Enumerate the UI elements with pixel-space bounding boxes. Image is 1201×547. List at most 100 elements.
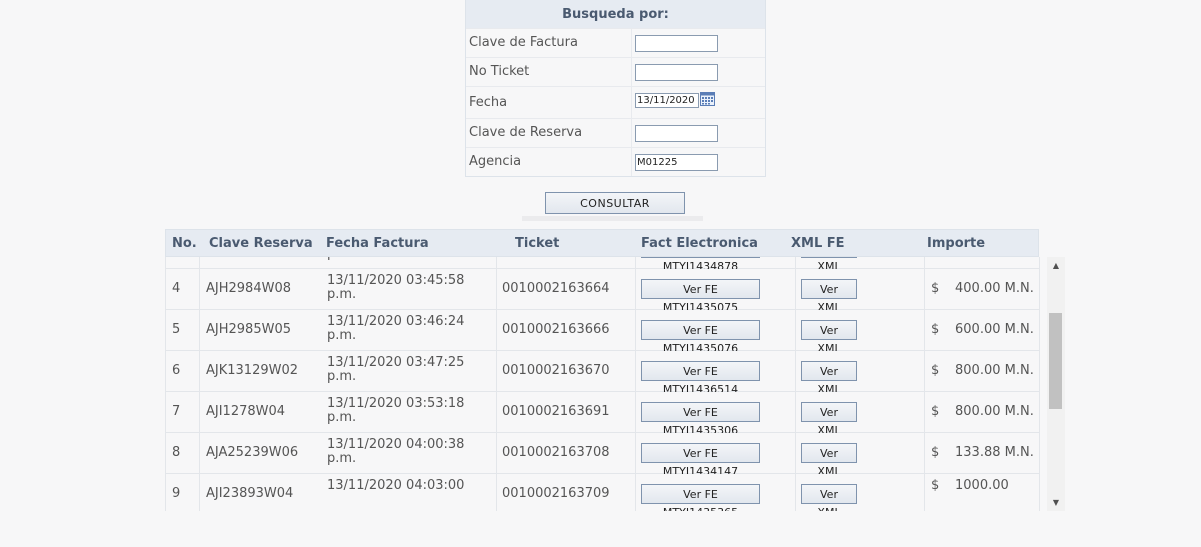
header-no: No. xyxy=(172,236,197,251)
ver-xml-button[interactable]: Ver XML xyxy=(801,402,857,437)
form-row-no-ticket: No Ticket xyxy=(466,57,765,86)
ver-xml-button[interactable]: Ver XML xyxy=(801,320,857,355)
results-table-body[interactable]: 3AJG13178W04p.m.0010002163654Ver FE MTYI… xyxy=(165,257,1040,511)
agencia-input[interactable] xyxy=(635,153,718,171)
row-fecha-factura: 13/11/2020 04:03:00 xyxy=(327,479,464,493)
ver-fe-button[interactable]: Ver FE MTYI1436514 xyxy=(641,361,760,396)
row-number: 4 xyxy=(172,281,181,296)
row-number: 6 xyxy=(172,363,181,378)
fecha-label: Fecha xyxy=(466,87,632,118)
header-fact-electronica: Fact Electronica xyxy=(641,236,758,251)
row-number: 5 xyxy=(172,322,181,337)
ver-fe-button[interactable]: Ver FE MTYI1434147 xyxy=(641,443,760,478)
row-fecha-factura: p.m. xyxy=(327,257,356,261)
fecha-line-1: 13/11/2020 03:46:24 xyxy=(327,314,465,329)
row-fecha-factura: 13/11/2020 03:46:24 p.m. xyxy=(327,315,464,343)
fecha-line-2: p.m. xyxy=(327,257,356,261)
row-fecha-factura: 13/11/2020 03:45:58 p.m. xyxy=(327,274,464,302)
clave-reserva-label: Clave de Reserva xyxy=(466,119,632,147)
scroll-down-arrow[interactable]: ▼ xyxy=(1047,494,1065,511)
row-ticket: 0010002163666 xyxy=(502,322,610,337)
ver-fe-button[interactable]: Ver FE MTYI1434878 xyxy=(641,257,760,273)
header-importe: Importe xyxy=(927,236,986,251)
row-clave-reserva: AJI23893W04 xyxy=(206,486,294,501)
header-clave-reserva: Clave Reserva xyxy=(209,236,313,251)
ver-fe-button[interactable]: Ver FE MTYI1435076 xyxy=(641,320,760,355)
row-fecha-factura: 13/11/2020 04:00:38 p.m. xyxy=(327,438,464,466)
fecha-line-2: p.m. xyxy=(327,369,357,384)
search-panel: Busqueda por: Clave de Factura No Ticket… xyxy=(465,0,766,177)
form-row-clave-reserva: Clave de Reserva xyxy=(466,118,765,147)
form-row-agencia: Agencia xyxy=(466,147,765,176)
clave-factura-input[interactable] xyxy=(635,34,718,52)
scroll-up-arrow[interactable]: ▲ xyxy=(1047,257,1065,274)
consultar-button[interactable]: CONSULTAR xyxy=(545,192,685,214)
fecha-line-1: 13/11/2020 03:45:58 xyxy=(327,273,465,288)
row-fecha-factura: 13/11/2020 03:47:25 p.m. xyxy=(327,356,464,384)
row-currency: $ xyxy=(931,363,940,378)
row-clave-reserva: AJH2985W05 xyxy=(206,322,291,337)
ver-xml-button[interactable]: Ver XML xyxy=(801,443,857,478)
table-row: 5 AJH2985W05 13/11/2020 03:46:24 p.m. 001000… xyxy=(165,310,1040,355)
results-table-header: No. Clave Reserva Fecha Factura Ticket F… xyxy=(165,229,1039,257)
fecha-line-2: p.m. xyxy=(327,410,357,425)
ver-fe-button[interactable]: Ver FE MTYI1435075 xyxy=(641,279,760,314)
row-number: 7 xyxy=(172,404,181,419)
ver-fe-button[interactable]: Ver FE MTYI1435306 xyxy=(641,402,760,437)
ver-xml-button[interactable]: Ver XML xyxy=(801,257,857,273)
ver-xml-button[interactable]: Ver XML xyxy=(801,361,857,396)
agencia-label: Agencia xyxy=(466,148,632,176)
table-row: 4 AJH2984W08 13/11/2020 03:45:58 p.m. 001000… xyxy=(165,269,1040,314)
row-fecha-factura: 13/11/2020 03:53:18 p.m. xyxy=(327,397,464,425)
no-ticket-label: No Ticket xyxy=(466,58,632,86)
row-number: 8 xyxy=(172,445,181,460)
form-row-clave-factura: Clave de Factura xyxy=(466,28,765,57)
ver-xml-button[interactable]: Ver XML xyxy=(801,279,857,314)
header-ticket: Ticket xyxy=(515,236,560,251)
table-scrollbar[interactable]: ▲ ▼ xyxy=(1047,257,1065,511)
table-row: 3AJG13178W04p.m.0010002163654Ver FE MTYI… xyxy=(165,257,1040,273)
fecha-line-2: p.m. xyxy=(327,328,357,343)
row-clave-reserva: AJA25239W06 xyxy=(206,445,299,460)
fecha-input[interactable] xyxy=(635,93,699,108)
row-currency: $ xyxy=(931,404,940,419)
fecha-line-1: 13/11/2020 03:53:18 xyxy=(327,396,465,411)
row-currency: $ xyxy=(931,445,940,460)
row-ticket: 0010002163670 xyxy=(502,363,610,378)
button-divider xyxy=(522,216,703,221)
table-row: 6 AJK13129W02 13/11/2020 03:47:25 p.m. 00100… xyxy=(165,351,1040,396)
calendar-icon[interactable] xyxy=(700,92,715,106)
fecha-line-1: 13/11/2020 04:00:38 xyxy=(327,437,465,452)
row-importe: 800.00 M.N. xyxy=(955,363,1034,378)
row-clave-reserva: AJH2984W08 xyxy=(206,281,291,296)
row-importe: 600.00 M.N. xyxy=(955,322,1034,337)
row-importe: 400.00 M.N. xyxy=(955,281,1034,296)
row-ticket: 0010002163691 xyxy=(502,404,610,419)
row-importe: 1000.00 xyxy=(955,478,1009,493)
clave-factura-label: Clave de Factura xyxy=(466,29,632,57)
table-row: 7 AJI1278W04 13/11/2020 03:53:18 p.m. 001000… xyxy=(165,392,1040,437)
row-currency: $ xyxy=(931,281,940,296)
row-currency: $ xyxy=(931,322,940,337)
fecha-line-1: 13/11/2020 03:47:25 xyxy=(327,355,465,370)
row-number: 9 xyxy=(172,486,181,501)
row-currency: $ xyxy=(931,478,940,493)
header-fecha-factura: Fecha Factura xyxy=(326,236,429,251)
row-ticket: 0010002163708 xyxy=(502,445,610,460)
table-row: 8 AJA25239W06 13/11/2020 04:00:38 p.m. 00100… xyxy=(165,433,1040,478)
form-row-fecha: Fecha xyxy=(466,86,765,118)
clave-reserva-input[interactable] xyxy=(635,124,718,142)
search-title: Busqueda por: xyxy=(466,0,765,28)
row-ticket: 0010002163709 xyxy=(502,486,610,501)
row-ticket: 0010002163664 xyxy=(502,281,610,296)
ver-xml-button[interactable]: Ver XML xyxy=(801,484,857,511)
no-ticket-input[interactable] xyxy=(635,63,718,81)
scroll-thumb[interactable] xyxy=(1049,313,1062,409)
header-xml-fe: XML FE xyxy=(791,236,845,251)
fecha-line-1: 13/11/2020 04:03:00 xyxy=(327,478,465,493)
table-row: 9 AJI23893W04 13/11/2020 04:03:00 001000216… xyxy=(165,474,1040,511)
row-importe: 800.00 M.N. xyxy=(955,404,1034,419)
ver-fe-button[interactable]: Ver FE MTYI1435365 xyxy=(641,484,760,511)
fecha-line-2: p.m. xyxy=(327,287,357,302)
row-importe: 133.88 M.N. xyxy=(955,445,1034,460)
